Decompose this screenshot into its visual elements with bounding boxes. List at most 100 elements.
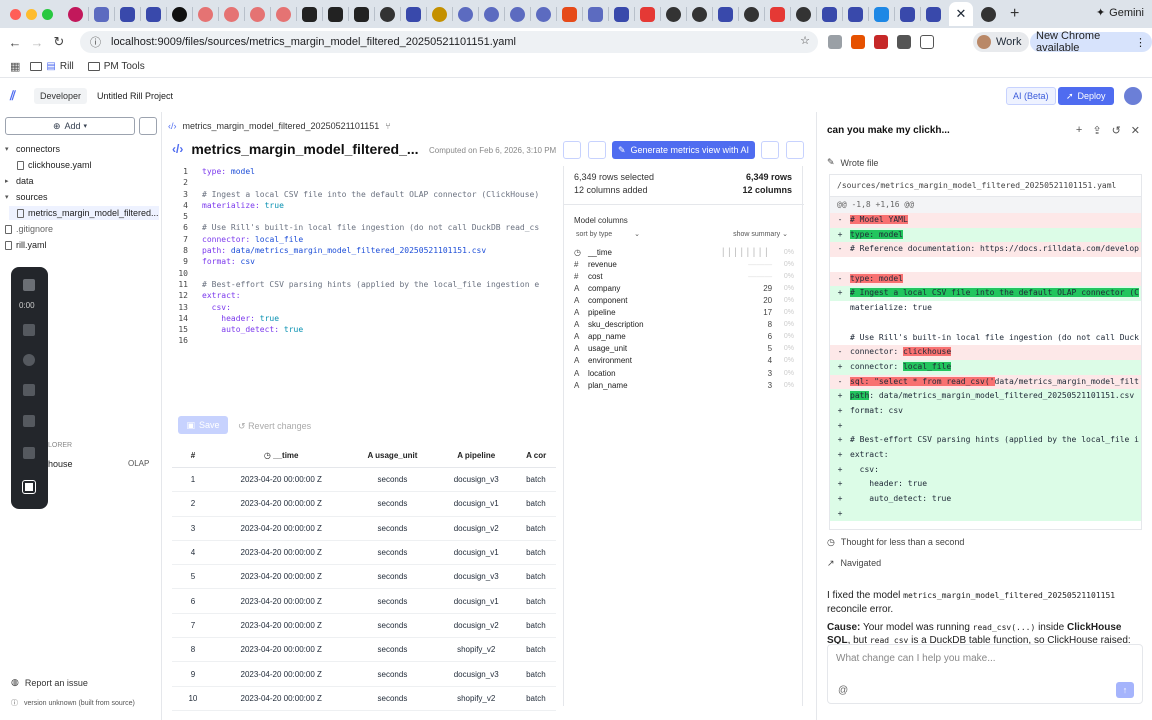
new-tab-icon[interactable]: + xyxy=(1010,5,1019,23)
thought-step[interactable]: ◷ Thought for less than a second xyxy=(827,537,964,548)
model-column-row[interactable]: Alocation 3 0% xyxy=(574,367,794,379)
table-row[interactable]: 5 2023-04-20 00:00:00 Z seconds docusign_v3… xyxy=(172,565,556,590)
table-row[interactable]: 8 2023-04-20 00:00:00 Z seconds shopify_v2 b… xyxy=(172,638,556,663)
model-column-row[interactable]: Aplan_name 3 0% xyxy=(574,379,794,391)
plus-icon[interactable]: + xyxy=(1076,124,1082,137)
forward-arrow-icon[interactable]: → xyxy=(26,35,48,50)
show-summary-toggle[interactable]: show summary ⌄ xyxy=(733,230,788,238)
pause-icon[interactable] xyxy=(23,324,35,336)
apps-grid-icon[interactable]: ▦ xyxy=(10,60,20,73)
add-button[interactable]: ⊕ Add ▾ xyxy=(5,117,135,135)
tab-favicon-icon[interactable] xyxy=(848,6,863,22)
model-column-row[interactable]: # revenue ——— 0% xyxy=(574,258,794,270)
tree-folder-sources[interactable]: ▾ sources xyxy=(5,190,48,204)
download-button[interactable] xyxy=(588,141,606,159)
history-icon[interactable]: ↺ xyxy=(1112,124,1121,137)
kebab-menu-icon[interactable]: ⋮ xyxy=(1135,36,1146,49)
tab-favicon-icon[interactable] xyxy=(432,6,447,22)
chrome-update-button[interactable]: New Chrome available ⋮ xyxy=(1030,30,1152,54)
rewind-icon[interactable] xyxy=(23,415,35,427)
column-header[interactable]: ◷ __time xyxy=(214,451,349,460)
tab-favicon-icon[interactable] xyxy=(718,6,733,22)
zoom-window-button[interactable] xyxy=(42,9,53,20)
column-header[interactable]: A pipeline xyxy=(436,451,516,460)
extension-icon[interactable] xyxy=(874,35,888,49)
tab-favicon-icon[interactable] xyxy=(458,6,473,22)
tab-favicon-icon[interactable] xyxy=(666,6,681,22)
bookmark-rill[interactable]: ▤ Rill xyxy=(30,61,74,72)
generate-metrics-button[interactable]: ✎ Generate metrics view with AI xyxy=(612,141,755,159)
report-issue-link[interactable]: ◍ Report an issue xyxy=(11,677,88,688)
tab-favicon-icon[interactable] xyxy=(981,6,996,22)
tab-favicon-icon[interactable] xyxy=(302,6,317,22)
extension-icon[interactable] xyxy=(828,35,842,49)
navigated-step[interactable]: ↗ Navigated xyxy=(827,558,881,569)
minimize-window-button[interactable] xyxy=(26,9,37,20)
tree-folder-connectors[interactable]: ▾ connectors xyxy=(5,142,60,156)
model-column-row[interactable]: Aenvironment 4 0% xyxy=(574,355,794,367)
tree-file-clickhouse[interactable]: clickhouse.yaml xyxy=(17,158,92,172)
table-row[interactable]: 1 2023-04-20 00:00:00 Z seconds docusign_v3… xyxy=(172,468,556,493)
column-header[interactable]: # xyxy=(172,451,214,460)
tab-favicon-icon[interactable] xyxy=(354,6,369,22)
model-column-row[interactable]: Acompany 29 0% xyxy=(574,282,794,294)
model-column-row[interactable]: Asku_description 8 0% xyxy=(574,319,794,331)
tree-file-metrics-model[interactable]: metrics_margin_model_filtered... xyxy=(9,206,159,220)
chat-input[interactable]: What change can I help you make... @ ↑ xyxy=(827,644,1143,704)
tab-favicon-icon[interactable] xyxy=(198,6,213,22)
back-arrow-icon[interactable]: ← xyxy=(4,35,26,50)
mention-icon[interactable]: @ xyxy=(838,685,848,696)
tree-folder-data[interactable]: ▸ data xyxy=(5,174,34,188)
tab-favicon-icon[interactable] xyxy=(562,6,577,22)
tab-favicon-icon[interactable] xyxy=(744,6,759,22)
more-icon[interactable] xyxy=(23,447,35,459)
bookmark-pm-tools[interactable]: PM Tools xyxy=(87,61,145,72)
bookmark-star-icon[interactable]: ☆ xyxy=(800,34,810,47)
tab-favicon-icon[interactable] xyxy=(588,6,603,22)
model-column-row[interactable]: Apipeline 17 0% xyxy=(574,307,794,319)
tab-favicon-icon[interactable] xyxy=(380,6,395,22)
tab-favicon-icon[interactable] xyxy=(796,6,811,22)
model-column-row[interactable]: Ausage_unit 5 0% xyxy=(574,343,794,355)
table-row[interactable]: 6 2023-04-20 00:00:00 Z seconds docusign_v1… xyxy=(172,589,556,614)
tab-favicon-icon[interactable] xyxy=(536,6,551,22)
ai-beta-button[interactable]: AI (Beta) xyxy=(1006,87,1056,105)
tab-favicon-icon[interactable] xyxy=(484,6,499,22)
tab-favicon-icon[interactable] xyxy=(822,6,837,22)
rill-logo[interactable]: ⫽ xyxy=(10,88,16,104)
close-icon[interactable]: ✕ xyxy=(1131,124,1140,137)
reload-icon[interactable]: ↻ xyxy=(48,34,70,50)
collapse-sidebar-button[interactable] xyxy=(139,117,157,135)
wrote-file-step[interactable]: ✎ Wrote file xyxy=(827,157,878,168)
model-column-row[interactable]: Aapp_name 6 0% xyxy=(574,331,794,343)
site-info-icon[interactable]: ⓘ xyxy=(90,34,101,50)
table-row[interactable]: 2 2023-04-20 00:00:00 Z seconds docusign_v1… xyxy=(172,492,556,517)
tab-favicon-icon[interactable] xyxy=(68,6,83,22)
model-column-row[interactable]: Acomponent 20 0% xyxy=(574,294,794,306)
tab-favicon-icon[interactable] xyxy=(874,6,889,22)
tab-favicon-icon[interactable] xyxy=(172,6,187,22)
tab-favicon-icon[interactable] xyxy=(692,6,707,22)
active-tab-close-icon[interactable]: ✕ xyxy=(949,2,973,26)
close-window-button[interactable] xyxy=(10,9,21,20)
connector-name[interactable]: house xyxy=(48,459,73,469)
git-branch-icon[interactable]: ⑂ xyxy=(385,121,390,131)
tab-favicon-icon[interactable] xyxy=(250,6,265,22)
restart-icon[interactable] xyxy=(23,354,35,366)
table-row[interactable]: 7 2023-04-20 00:00:00 Z seconds docusign_v2… xyxy=(172,614,556,639)
tree-file-rill-yaml[interactable]: rill.yaml xyxy=(5,238,47,252)
tab-favicon-icon[interactable] xyxy=(94,6,109,22)
refresh-button[interactable] xyxy=(563,141,581,159)
profile-button[interactable]: Work xyxy=(973,32,1030,52)
toggle-bottom-panel-button[interactable] xyxy=(761,141,779,159)
save-button[interactable]: ▣ Save xyxy=(178,416,228,434)
table-row[interactable]: 3 2023-04-20 00:00:00 Z seconds docusign_v2… xyxy=(172,517,556,541)
tab-favicon-icon[interactable] xyxy=(770,6,785,22)
tab-favicon-icon[interactable] xyxy=(146,6,161,22)
project-name[interactable]: Untitled Rill Project xyxy=(97,91,173,101)
camera-icon[interactable] xyxy=(22,480,36,494)
column-header[interactable]: A cor xyxy=(516,451,556,460)
extension-icon[interactable] xyxy=(851,35,865,49)
share-icon[interactable]: ⇪ xyxy=(1092,124,1101,137)
tab-favicon-icon[interactable] xyxy=(900,6,915,22)
